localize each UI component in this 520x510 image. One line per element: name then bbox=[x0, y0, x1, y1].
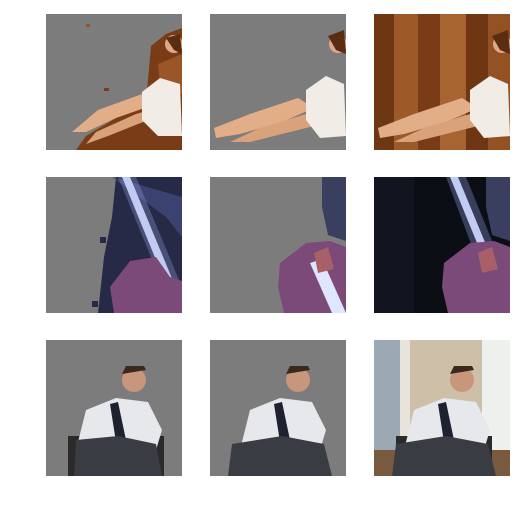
man-original-photo bbox=[374, 340, 510, 476]
saber-original-photo-image bbox=[374, 177, 510, 313]
woman-original-photo-image bbox=[374, 14, 510, 150]
saber-ground-truth-mask-image bbox=[210, 177, 346, 313]
woman-original-photo bbox=[374, 14, 510, 150]
woman-prediction-mask-image bbox=[46, 14, 182, 150]
saber-prediction-mask-image bbox=[46, 177, 182, 313]
man-prediction-mask-image bbox=[46, 340, 182, 476]
saber-original-photo bbox=[374, 177, 510, 313]
woman-ground-truth-mask bbox=[210, 14, 346, 150]
saber-prediction-mask bbox=[46, 177, 182, 313]
man-original-photo-image bbox=[374, 340, 510, 476]
man-ground-truth-mask-image bbox=[210, 340, 346, 476]
woman-ground-truth-mask-image bbox=[210, 14, 346, 150]
woman-prediction-mask bbox=[46, 14, 182, 150]
man-prediction-mask bbox=[46, 340, 182, 476]
saber-ground-truth-mask bbox=[210, 177, 346, 313]
man-ground-truth-mask bbox=[210, 340, 346, 476]
